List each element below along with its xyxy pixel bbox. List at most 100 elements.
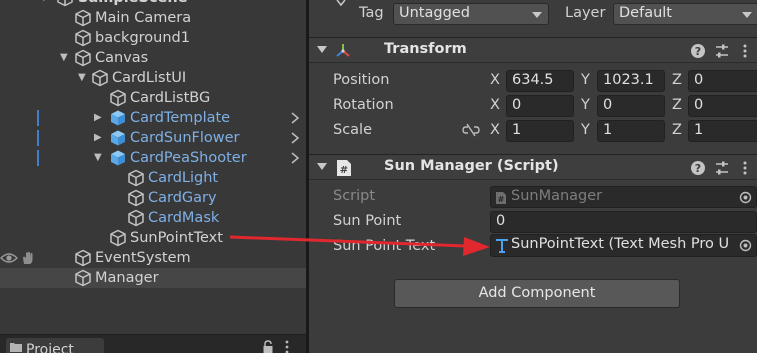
position-x-field[interactable]: 634.5 <box>506 70 574 92</box>
static-dropdown-icon[interactable] <box>333 0 353 10</box>
sun-point-label: Sun Point <box>333 213 402 229</box>
expand-arrow-icon[interactable]: ▼ <box>94 152 104 164</box>
scene-name: SampleScene <box>78 0 188 8</box>
help-icon[interactable] <box>690 160 706 176</box>
hierarchy-item-cardlight[interactable]: CardLight <box>0 168 306 188</box>
rotation-x-field[interactable]: 0 <box>506 95 574 117</box>
rotation-label: Rotation <box>333 97 394 113</box>
expand-arrow-icon[interactable]: ▼ <box>40 0 50 4</box>
position-x-value: 634.5 <box>512 72 554 88</box>
eye-icon[interactable] <box>0 251 18 265</box>
collapsed-arrow-icon[interactable]: ▶ <box>94 112 104 124</box>
presets-icon[interactable] <box>714 160 730 176</box>
prefab-override-marker <box>37 150 39 166</box>
rotation-y-value: 0 <box>603 97 613 113</box>
transform-header[interactable]: Transform <box>309 37 757 63</box>
component-menu-icon[interactable] <box>737 43 753 59</box>
gameobject-icon <box>91 69 109 87</box>
collapsed-arrow-icon[interactable]: ▶ <box>94 132 104 144</box>
hierarchy-item-eventsystem[interactable]: EventSystem <box>0 248 306 268</box>
prefab-icon <box>109 149 127 167</box>
rotation-y-field[interactable]: 0 <box>597 95 665 117</box>
presets-icon[interactable] <box>714 43 730 59</box>
foldout-arrow-icon[interactable] <box>317 46 327 53</box>
chevron-right-icon[interactable] <box>290 131 300 145</box>
chevron-right-icon[interactable] <box>290 111 300 125</box>
rotation-y-label[interactable]: Y <box>581 97 590 113</box>
position-y-field[interactable]: 1023.1 <box>597 70 665 92</box>
rotation-z-field[interactable]: 0 <box>688 95 757 117</box>
hierarchy-scene-row[interactable]: ▼ SampleScene <box>0 0 306 8</box>
expand-arrow-icon[interactable]: ▼ <box>60 52 70 64</box>
layer-dropdown-value: Default <box>619 5 672 21</box>
foldout-arrow-icon[interactable] <box>317 163 327 170</box>
hierarchy-item-main-camera[interactable]: Main Camera <box>0 8 306 28</box>
hierarchy-item-cardpeashooter[interactable]: ▼ CardPeaShooter <box>0 148 306 168</box>
rotation-x-label[interactable]: X <box>490 97 500 113</box>
position-label: Position <box>333 72 390 88</box>
layer-label: Layer <box>565 5 606 21</box>
hierarchy-item-cardgary[interactable]: CardGary <box>0 188 306 208</box>
hierarchy-item-cardlistbg[interactable]: CardListBG <box>0 88 306 108</box>
tag-label: Tag <box>359 5 384 21</box>
transform-icon <box>336 44 350 57</box>
add-component-label: Add Component <box>478 285 596 301</box>
hierarchy-item-background1[interactable]: background1 <box>0 28 306 48</box>
scale-x-field[interactable]: 1 <box>506 120 574 142</box>
lock-icon[interactable] <box>262 340 274 353</box>
pickable-hand-icon[interactable] <box>20 250 36 266</box>
scale-y-label[interactable]: Y <box>581 122 590 138</box>
scale-y-field[interactable]: 1 <box>597 120 665 142</box>
add-component-button[interactable]: Add Component <box>394 279 680 308</box>
component-menu-icon[interactable] <box>737 160 753 176</box>
scale-x-label[interactable]: X <box>490 122 500 138</box>
tag-dropdown-value: Untagged <box>399 5 470 21</box>
hierarchy-item-label: background1 <box>95 30 190 46</box>
hierarchy-item-sunpointtext[interactable]: SunPointText <box>0 228 306 248</box>
object-picker-icon[interactable] <box>739 239 752 252</box>
scale-z-field[interactable]: 1 <box>688 120 757 142</box>
kebab-menu-icon[interactable] <box>284 340 290 353</box>
script-file-icon: # <box>496 192 506 204</box>
rotation-z-label[interactable]: Z <box>672 97 682 113</box>
scale-label: Scale <box>333 122 373 138</box>
svg-text:#: # <box>340 165 348 176</box>
hierarchy-item-label: CardSunFlower <box>130 130 240 146</box>
position-z-label[interactable]: Z <box>672 72 682 88</box>
position-z-value: 0 <box>694 72 704 88</box>
hierarchy-item-label: CardLight <box>148 170 219 186</box>
chevron-right-icon[interactable] <box>290 151 300 165</box>
inspector-panel: Tag Untagged Layer Default Transform Pos… <box>309 0 757 353</box>
hierarchy-item-label: CardListBG <box>130 90 211 106</box>
constrain-proportions-icon[interactable] <box>462 123 480 137</box>
hierarchy-item-label: Main Camera <box>95 10 192 26</box>
sun-manager-header[interactable]: # Sun Manager (Script) <box>309 154 757 180</box>
help-icon[interactable] <box>690 43 706 59</box>
hierarchy-item-cardlistui[interactable]: ▼ CardListUI <box>0 68 306 88</box>
hierarchy-item-manager[interactable]: Manager <box>0 268 306 288</box>
hierarchy-item-cardsunflower[interactable]: ▶ CardSunFlower <box>0 128 306 148</box>
tag-dropdown[interactable]: Untagged <box>393 3 549 25</box>
sun-point-text-field[interactable]: SunPointText (Text Mesh Pro U <box>490 234 757 257</box>
position-x-label[interactable]: X <box>490 72 500 88</box>
object-picker-icon[interactable] <box>739 191 752 204</box>
hierarchy-item-cardtemplate[interactable]: ▶ CardTemplate <box>0 108 306 128</box>
position-z-field[interactable]: 0 <box>688 70 757 92</box>
gameobject-icon <box>127 209 145 227</box>
hierarchy-item-label: Manager <box>95 270 159 286</box>
hierarchy-item-cardmask[interactable]: CardMask <box>0 208 306 228</box>
expand-arrow-icon[interactable]: ▼ <box>78 72 88 84</box>
sun-point-field[interactable]: 0 <box>490 211 757 233</box>
tab-project[interactable]: Project <box>6 338 104 353</box>
hierarchy-item-label: EventSystem <box>95 250 191 266</box>
text-mesh-pro-icon <box>496 239 508 253</box>
scale-z-label[interactable]: Z <box>672 122 682 138</box>
folder-icon <box>10 343 22 352</box>
scale-y-value: 1 <box>603 122 613 138</box>
hierarchy-item-label: SunPointText <box>130 230 223 246</box>
position-y-value: 1023.1 <box>603 72 654 88</box>
hierarchy-item-canvas[interactable]: ▼ Canvas <box>0 48 306 68</box>
layer-dropdown[interactable]: Default <box>613 3 757 25</box>
position-y-label[interactable]: Y <box>581 72 590 88</box>
gameobject-icon <box>74 29 92 47</box>
